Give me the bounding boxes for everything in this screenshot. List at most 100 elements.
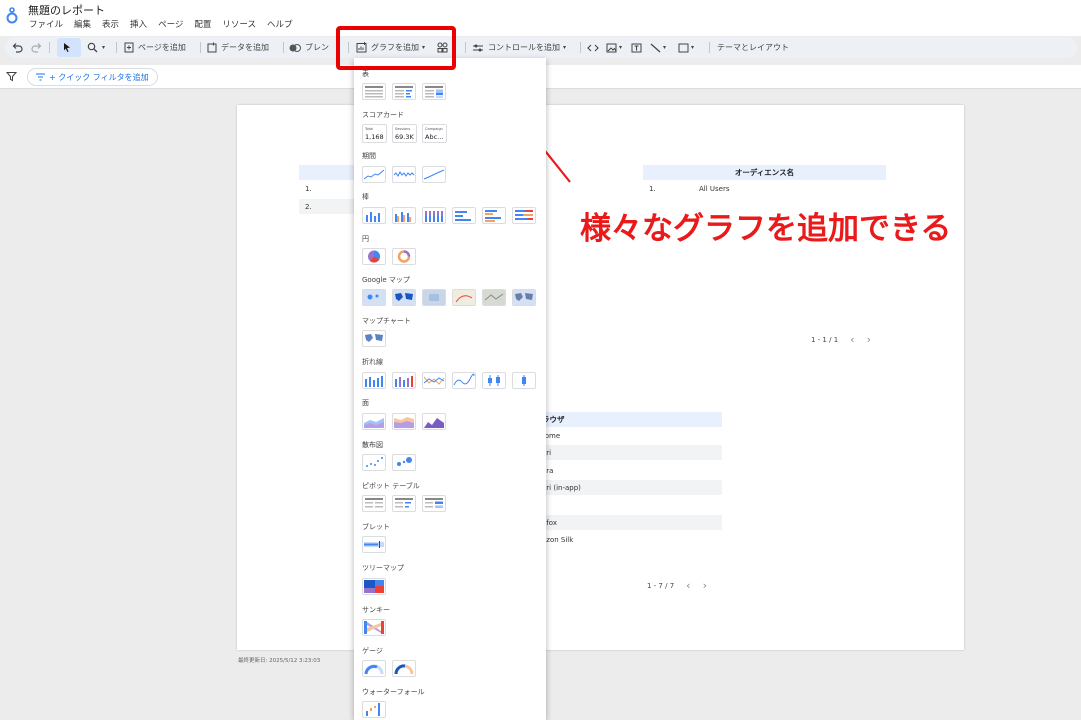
embed-code-icon[interactable] (587, 37, 599, 58)
image-icon[interactable]: ▾ (606, 37, 622, 58)
table-row[interactable]: azon Silk (542, 532, 722, 547)
chart-option-column[interactable] (362, 207, 386, 224)
table-3-pager: 1 - 7 / 7 ‹ › (647, 579, 707, 592)
pager-label: 1 - 7 / 7 (647, 581, 675, 590)
table-row[interactable]: ari (542, 445, 722, 460)
chart-option-gauge[interactable] (362, 660, 386, 677)
chart-option-sparkline[interactable] (392, 166, 416, 183)
theme-layout-button[interactable]: テーマとレイアウト (717, 37, 789, 58)
chart-option-line[interactable] (422, 372, 446, 389)
report-title[interactable]: 無題のレポート (28, 2, 105, 18)
chart-option-combo[interactable] (362, 372, 386, 389)
section-waterfall: ウォーターフォール (362, 688, 425, 696)
chevron-down-icon: ▾ (563, 44, 567, 51)
chart-option-waterfall[interactable] (362, 701, 386, 718)
chart-option-stacked-combo[interactable] (392, 372, 416, 389)
redo-icon[interactable] (31, 37, 42, 58)
chart-option-pie[interactable] (362, 248, 386, 265)
menu-edit[interactable]: 編集 (74, 18, 91, 30)
text-icon[interactable] (631, 37, 642, 58)
add-data-button[interactable]: データを追加 (207, 37, 269, 58)
chart-option-bar[interactable] (452, 207, 476, 224)
chart-option-stacked-column[interactable] (422, 207, 446, 224)
chart-option-gauge-target[interactable] (392, 660, 416, 677)
line-icon[interactable]: ▾ (650, 37, 666, 58)
zoom-icon[interactable]: ▾ (87, 37, 105, 58)
chart-option-smooth-line[interactable] (452, 372, 476, 389)
chart-option-smoothed-timeseries[interactable] (422, 166, 446, 183)
chart-option-grouped-column[interactable] (392, 207, 416, 224)
chart-option-donut[interactable] (392, 248, 416, 265)
chart-option-line-map[interactable] (452, 289, 476, 306)
table-1-header[interactable] (299, 165, 359, 180)
shape-icon[interactable]: ▾ (678, 37, 694, 58)
table-row[interactable]: ari (in-app) (542, 480, 722, 495)
chart-option-bullet[interactable] (362, 536, 386, 553)
chart-option-table-bars[interactable] (392, 83, 416, 100)
menu-insert[interactable]: 挿入 (130, 18, 147, 30)
chart-option-stacked-area[interactable] (392, 413, 416, 430)
table-row[interactable]: era (542, 463, 722, 478)
chevron-right-icon[interactable]: › (867, 333, 871, 346)
chart-option-pivot-bars[interactable] (392, 495, 416, 512)
table-row[interactable]: 2. (299, 199, 359, 214)
chart-option-stacked-bar[interactable] (512, 207, 536, 224)
chart-option-terrain-map[interactable] (482, 289, 506, 306)
chart-option-filled-map[interactable] (392, 289, 416, 306)
menu-file[interactable]: ファイル (29, 18, 63, 30)
table-row[interactable]: 1. (299, 181, 359, 196)
table-2-header[interactable]: オーディエンス名 (643, 165, 886, 180)
chart-option-bubble[interactable] (392, 454, 416, 471)
chart-option-percent-area[interactable] (422, 413, 446, 430)
chevron-left-icon[interactable]: ‹ (850, 333, 854, 346)
chevron-left-icon[interactable]: ‹ (686, 579, 690, 592)
looker-studio-logo-icon[interactable] (5, 5, 19, 25)
section-sankey: サンキー (362, 606, 390, 614)
chart-option-bubble-map[interactable] (362, 289, 386, 306)
menu-view[interactable]: 表示 (102, 18, 119, 30)
table-row[interactable]: 1. All Users (643, 181, 886, 196)
chart-option-table-heatmap[interactable] (422, 83, 446, 100)
chart-option-geo-chart[interactable] (362, 330, 386, 347)
filter-icon[interactable] (6, 71, 17, 82)
chart-option-table[interactable] (362, 83, 386, 100)
chart-option-treemap[interactable] (362, 578, 386, 595)
table-3-header[interactable]: ラウザ (542, 412, 722, 427)
report-canvas[interactable]: 1. 2. オーディエンス名 1. All Users 1 - 1 / 1 ‹ … (237, 105, 964, 650)
chart-option-scorecard[interactable]: Total 1,168 (362, 124, 387, 143)
chart-option-area[interactable] (362, 413, 386, 430)
add-page-button[interactable]: ページを追加 (124, 37, 186, 58)
chart-option-grouped-bar[interactable] (482, 207, 506, 224)
menu-bar: ファイル 編集 表示 挿入 ページ 配置 リソース ヘルプ (29, 18, 293, 30)
menu-arrange[interactable]: 配置 (194, 18, 211, 30)
chart-option-heatmap-map[interactable] (422, 289, 446, 306)
chart-option-scorecard-text[interactable]: Campaign Abc... (422, 124, 447, 143)
section-line: 折れ線 (362, 358, 383, 366)
table-row[interactable]: e (542, 498, 722, 513)
table-row[interactable]: rome (542, 428, 722, 443)
menu-help[interactable]: ヘルプ (267, 18, 293, 30)
chart-option-scorecard-compact[interactable]: Sessions 69.3K (392, 124, 417, 143)
toolbar: ▾ ページを追加 データを追加 ブレン グラフを追加 ▾ コントロールを追加 ▾… (5, 37, 1077, 58)
menu-page[interactable]: ページ (158, 18, 183, 30)
blend-button[interactable]: ブレン (289, 37, 329, 58)
chevron-right-icon[interactable]: › (703, 579, 707, 592)
chart-option-ohlc[interactable] (512, 372, 536, 389)
pager-label: 1 - 1 / 1 (811, 335, 839, 344)
chart-option-timeseries[interactable] (362, 166, 386, 183)
chart-option-pivot-table[interactable] (362, 495, 386, 512)
section-treemap: ツリーマップ (362, 564, 404, 572)
chart-option-candlestick[interactable] (482, 372, 506, 389)
section-scatter: 散布図 (362, 441, 383, 449)
undo-icon[interactable] (12, 37, 23, 58)
chart-option-scatter[interactable] (362, 454, 386, 471)
cursor-icon (63, 37, 72, 58)
quick-filter-button[interactable]: + クイック フィルタを追加 (27, 68, 158, 86)
chart-option-satellite-map[interactable] (512, 289, 536, 306)
menu-resource[interactable]: リソース (222, 18, 256, 30)
add-control-button[interactable]: コントロールを追加 ▾ (472, 37, 566, 58)
section-gauge: ゲージ (362, 647, 383, 655)
chart-option-pivot-heatmap[interactable] (422, 495, 446, 512)
table-row[interactable]: efox (542, 515, 722, 530)
chart-option-sankey[interactable] (362, 619, 386, 636)
